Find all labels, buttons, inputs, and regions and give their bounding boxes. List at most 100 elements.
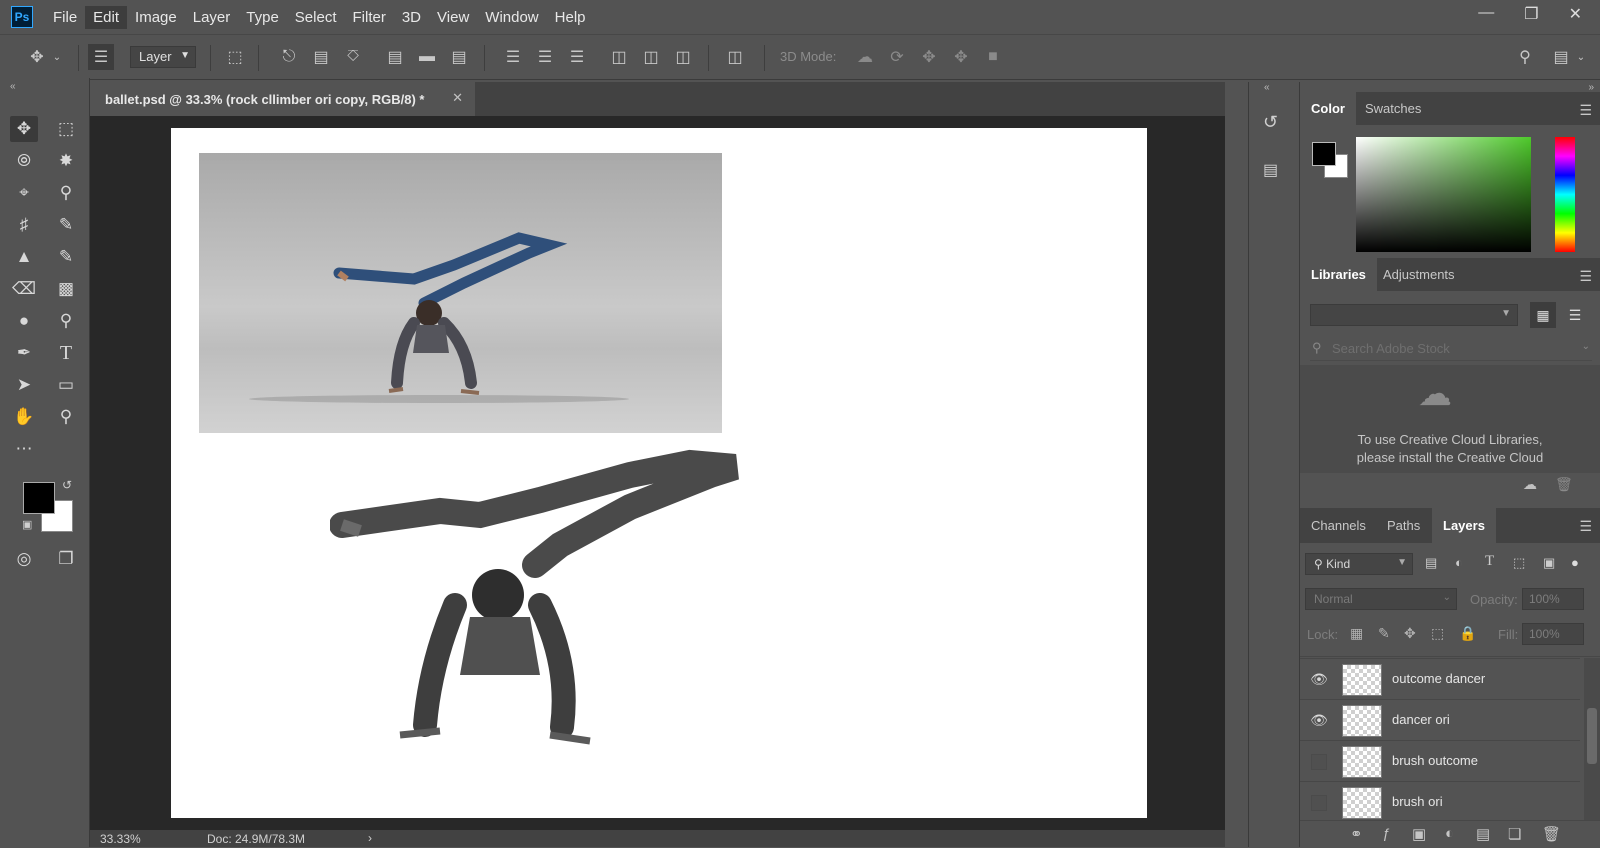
trash-icon[interactable]: 🗑 [1555,476,1573,493]
align-bottom-icon[interactable]: ⎏ [340,44,366,70]
tab-layers[interactable]: Layers [1432,508,1496,543]
move-tool-preset-icon[interactable]: ✥ [24,44,50,70]
path-selection-tool-icon[interactable]: ➤ [10,372,38,398]
document-tab[interactable]: ballet.psd @ 33.3% (rock cllimber ori co… [90,82,475,116]
lock-all-icon[interactable]: 🔒 [1459,625,1476,642]
blend-mode-select[interactable]: Normal ⌄ [1305,588,1457,610]
menu-type[interactable]: Type [238,6,287,29]
hue-slider[interactable] [1555,137,1575,252]
blur-tool-icon[interactable]: ● [10,308,38,334]
lock-image-icon[interactable]: ✎ [1378,625,1390,642]
dodge-tool-icon[interactable]: ⚲ [52,308,80,334]
distribute-hcenter-icon[interactable]: ◫ [638,44,664,70]
visibility-toggle[interactable] [1311,795,1327,811]
chevron-down-icon[interactable]: ⌄ [50,44,64,70]
color-field[interactable] [1356,137,1531,252]
zoom-tool-icon[interactable]: ⚲ [52,404,80,430]
3d-orbit-icon[interactable]: ☁ [852,44,878,70]
layer-row[interactable]: 👁 dancer ori [1300,699,1580,740]
scrollbar-thumb[interactable] [1587,708,1597,764]
marquee-tool-icon[interactable]: ⬚ [52,116,80,142]
gradient-tool-icon[interactable]: ▩ [52,276,80,302]
menu-image[interactable]: Image [127,6,185,29]
type-tool-icon[interactable]: T [52,340,80,366]
chevron-down-icon[interactable]: ⌄ [1574,44,1588,70]
rectangle-tool-icon[interactable]: ▭ [52,372,80,398]
tab-swatches[interactable]: Swatches [1354,92,1432,125]
library-select[interactable]: ▼ [1310,304,1518,326]
close-tab-icon[interactable]: ✕ [452,90,463,106]
lasso-tool-icon[interactable]: ⦾ [10,148,38,174]
brush-tool-icon[interactable]: ✎ [52,212,80,238]
history-panel-icon[interactable]: ↺ [1263,112,1278,133]
link-layers-icon[interactable]: ⚭ [1350,825,1363,843]
3d-camera-icon[interactable]: ■ [980,44,1006,70]
add-mask-icon[interactable]: ▣ [1412,825,1426,843]
filter-pixel-icon[interactable]: ▤ [1425,555,1437,571]
tab-color[interactable]: Color [1300,92,1356,125]
fill-input[interactable]: 100% [1522,623,1584,645]
filter-smart-object-icon[interactable]: ▣ [1543,555,1555,571]
eye-icon[interactable]: 👁 [1310,712,1328,728]
stock-search-input[interactable]: ⚲ Search Adobe Stock ⌄ [1310,338,1592,361]
new-group-icon[interactable]: ▤ [1476,825,1490,843]
tab-libraries[interactable]: Libraries [1300,258,1377,291]
panel-menu-icon[interactable]: ☰ [1579,518,1592,535]
3d-slide-icon[interactable]: ✥ [948,44,974,70]
lock-position-icon[interactable]: ✥ [1404,625,1416,642]
eyedropper-tool-icon[interactable]: ⚲ [52,180,80,206]
move-tool-icon[interactable]: ✥ [10,116,38,142]
foreground-color-swatch[interactable] [23,482,55,514]
properties-panel-icon[interactable]: ▤ [1263,160,1278,180]
menu-window[interactable]: Window [477,6,546,29]
grid-view-icon[interactable]: ▦ [1530,302,1556,328]
menu-edit[interactable]: Edit [85,5,128,29]
layers-scrollbar[interactable] [1584,658,1600,820]
opacity-input[interactable]: 100% [1522,588,1584,610]
screen-mode-icon[interactable]: ❐ [52,546,80,572]
tab-adjustments[interactable]: Adjustments [1372,258,1466,291]
auto-select-target-select[interactable]: Layer ▼ [130,46,196,68]
layer-style-icon[interactable]: ƒ [1382,825,1390,841]
hand-tool-icon[interactable]: ✋ [10,404,38,430]
align-right-icon[interactable]: ▤ [446,44,472,70]
fg-color-swatch[interactable] [1312,142,1336,166]
3d-pan-icon[interactable]: ✥ [916,44,942,70]
transform-controls-icon[interactable]: ⬚ [222,44,248,70]
3d-roll-icon[interactable]: ⟳ [884,44,910,70]
filter-shape-icon[interactable]: ⬚ [1513,555,1525,571]
new-layer-icon[interactable]: ❏ [1508,825,1521,843]
align-horizontal-center-icon[interactable]: ▬ [414,44,440,70]
distribute-right-icon[interactable]: ◫ [670,44,696,70]
eraser-tool-icon[interactable]: ⌫ [10,276,38,302]
workspace-icon[interactable]: ▤ [1548,44,1574,70]
default-colors-icon[interactable]: ▣ [22,518,32,531]
tab-channels[interactable]: Channels [1300,508,1377,543]
history-brush-tool-icon[interactable]: ✎ [52,244,80,270]
menu-view[interactable]: View [429,6,477,29]
menu-3d[interactable]: 3D [394,6,429,29]
lock-transparent-icon[interactable]: ▦ [1350,625,1363,642]
crop-tool-icon[interactable]: ⌖ [10,180,38,206]
restore-icon[interactable]: ❐ [1524,4,1538,24]
distribute-bottom-icon[interactable]: ☰ [564,44,590,70]
tab-paths[interactable]: Paths [1376,508,1431,543]
collapse-icon[interactable]: « [10,81,16,92]
layer-filter-select[interactable]: ⚲ Kind ▼ [1305,553,1413,575]
adjustment-layer-icon[interactable]: ◐ [1445,825,1454,842]
distribute-left-icon[interactable]: ◫ [606,44,632,70]
eye-icon[interactable]: 👁 [1310,671,1328,687]
menu-filter[interactable]: Filter [345,6,394,29]
search-icon[interactable]: ⚲ [1512,44,1538,70]
healing-brush-tool-icon[interactable]: ♯ [10,212,38,238]
zoom-level[interactable]: 33.33% [100,832,141,846]
menu-help[interactable]: Help [547,6,594,29]
layer-row[interactable]: brush outcome [1300,740,1580,781]
filter-adjustment-icon[interactable]: ◐ [1455,555,1463,570]
align-top-icon[interactable]: ⎋ [276,44,302,70]
auto-select-icon[interactable]: ☰ [88,44,114,70]
delete-layer-icon[interactable]: 🗑 [1542,825,1561,843]
distribute-vcenter-icon[interactable]: ☰ [532,44,558,70]
clone-stamp-tool-icon[interactable]: ▲ [10,244,38,270]
panel-menu-icon[interactable]: ☰ [1579,268,1592,285]
